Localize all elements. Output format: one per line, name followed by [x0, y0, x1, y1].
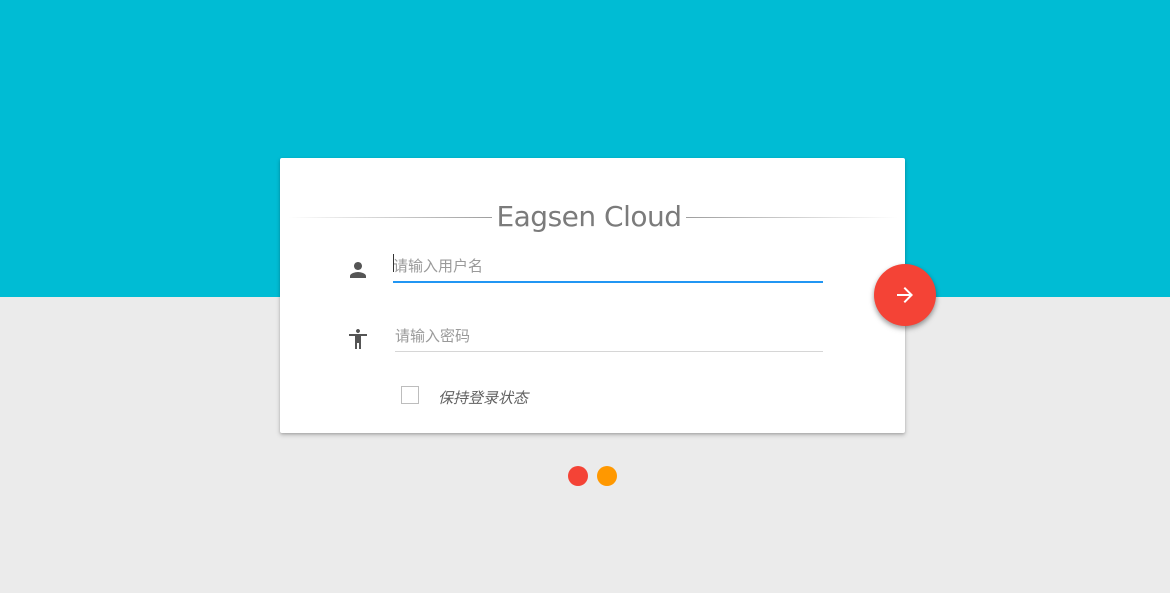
- accessibility-icon: [346, 327, 370, 351]
- remember-label[interactable]: 保持登录状态: [438, 387, 528, 408]
- text-caret: [393, 254, 394, 272]
- login-card: Eagsen Cloud 保持登录状态: [280, 158, 905, 433]
- title-divider-left: [288, 217, 492, 218]
- title-row: Eagsen Cloud: [280, 198, 905, 238]
- username-input[interactable]: [393, 251, 823, 283]
- person-icon: [346, 258, 370, 282]
- loading-dot-1: [568, 466, 588, 486]
- loading-dot-2: [597, 466, 617, 486]
- title-divider-right: [686, 217, 898, 218]
- password-input[interactable]: [395, 321, 823, 352]
- remember-checkbox[interactable]: [401, 386, 419, 404]
- submit-button[interactable]: [874, 264, 936, 326]
- arrow-right-icon: [897, 287, 913, 303]
- app-title: Eagsen Cloud: [496, 200, 682, 233]
